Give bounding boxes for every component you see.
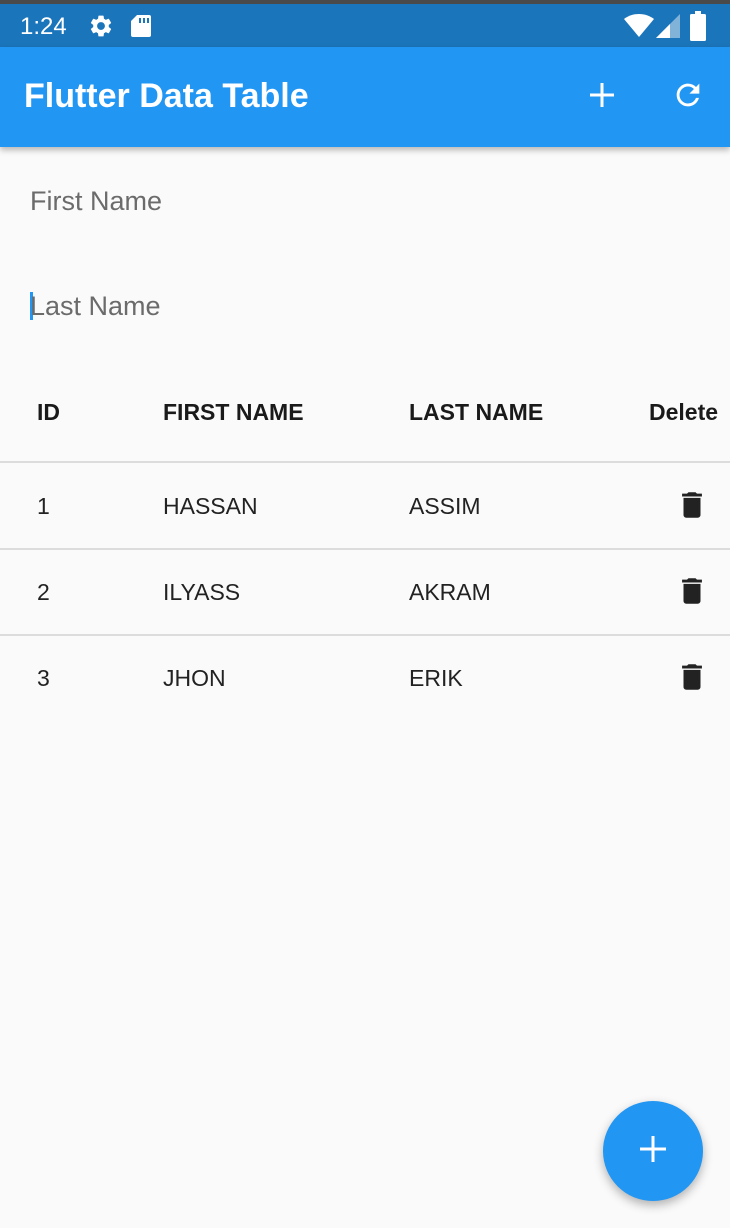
cell-last-name: AKRAM: [409, 579, 491, 605]
battery-icon: [690, 11, 706, 46]
column-header-id[interactable]: ID: [37, 399, 60, 426]
cell-last-name: ERIK: [409, 665, 463, 691]
column-header-last-name[interactable]: LAST NAME: [409, 399, 543, 426]
refresh-icon: [671, 78, 705, 117]
sd-card-icon: [129, 13, 153, 44]
cell-id: 2: [37, 579, 50, 605]
wifi-icon: [624, 14, 654, 43]
trash-icon: [675, 660, 709, 699]
cell-id: 1: [37, 493, 50, 519]
table-row[interactable]: 1 HASSAN ASSIM: [0, 463, 730, 550]
column-header-first-name[interactable]: FIRST NAME: [163, 399, 304, 426]
refresh-button[interactable]: [664, 73, 712, 121]
cell-first-name: HASSAN: [163, 493, 258, 519]
floating-add-button[interactable]: [603, 1101, 703, 1201]
delete-button[interactable]: [664, 653, 720, 705]
status-bar: 1:24: [0, 4, 730, 47]
status-time: 1:24: [20, 13, 67, 40]
app-title: Flutter Data Table: [24, 77, 309, 115]
trash-icon: [675, 488, 709, 527]
cell-first-name: JHON: [163, 665, 226, 691]
cell-first-name: ILYASS: [163, 579, 241, 605]
table-header-row: ID FIRST NAME LAST NAME Delete: [0, 365, 730, 463]
delete-button[interactable]: [664, 567, 720, 619]
first-name-placeholder: First Name: [30, 186, 163, 216]
last-name-field[interactable]: Last Name: [30, 291, 700, 351]
table-row[interactable]: 2 ILYASS AKRAM: [0, 549, 730, 636]
delete-button[interactable]: [664, 481, 720, 533]
cell-signal-icon: [656, 14, 680, 43]
last-name-placeholder: Last Name: [30, 291, 161, 321]
gear-icon: [88, 13, 114, 44]
cell-id: 3: [37, 665, 50, 691]
table-row[interactable]: 3 JHON ERIK: [0, 635, 730, 720]
column-header-delete[interactable]: Delete: [649, 399, 718, 426]
trash-icon: [675, 574, 709, 613]
add-button[interactable]: [578, 73, 626, 121]
app-bar: Flutter Data Table: [0, 47, 730, 147]
add-icon: [638, 1134, 668, 1169]
first-name-field[interactable]: First Name: [30, 186, 700, 246]
cell-last-name: ASSIM: [409, 493, 481, 519]
add-icon: [587, 80, 617, 115]
